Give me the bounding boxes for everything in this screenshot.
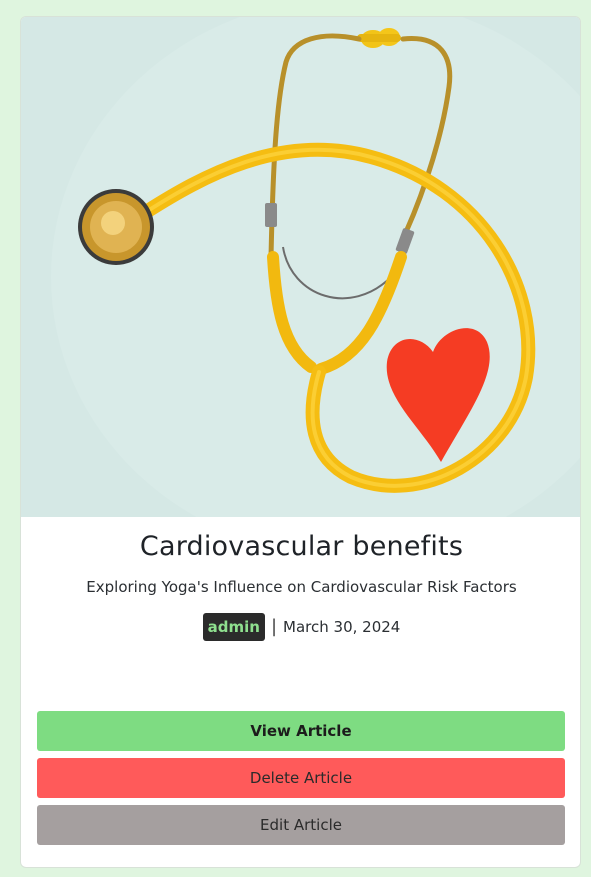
article-subtitle: Exploring Yoga's Influence on Cardiovasc… bbox=[86, 578, 517, 596]
article-meta: admin | March 30, 2024 bbox=[21, 613, 580, 641]
article-date: March 30, 2024 bbox=[283, 618, 401, 636]
stethoscope-heart-icon bbox=[21, 17, 580, 517]
view-article-button[interactable]: View Article bbox=[37, 711, 565, 751]
article-cover-image bbox=[21, 17, 580, 517]
author-badge: admin bbox=[202, 613, 265, 641]
article-card: Cardiovascular benefits Exploring Yoga's… bbox=[20, 16, 581, 868]
meta-separator: | bbox=[270, 616, 278, 637]
edit-article-button[interactable]: Edit Article bbox=[37, 805, 565, 845]
article-title: Cardiovascular benefits bbox=[139, 531, 464, 562]
delete-article-button[interactable]: Delete Article bbox=[37, 758, 565, 798]
